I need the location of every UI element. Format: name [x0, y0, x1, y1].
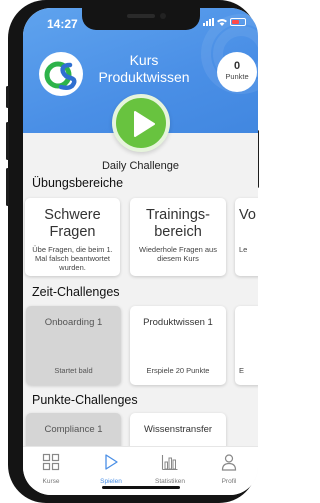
card-footer: Erspiele 20 Punkte [146, 366, 210, 375]
tab-spielen[interactable]: Spielen [91, 453, 131, 485]
tab-label: Kurse [42, 478, 60, 485]
status-icons [203, 18, 246, 26]
card-title-line1: Trainings- [146, 207, 210, 223]
grid-icon [42, 453, 60, 471]
tab-statistiken[interactable]: Statistiken [150, 453, 190, 485]
notch [82, 8, 200, 30]
card-title: Vo [239, 207, 256, 223]
daily-challenge-play-button[interactable] [112, 94, 170, 152]
section-title-punkte-challenges: Punkte-Challenges [32, 393, 138, 407]
course-logo [39, 52, 83, 96]
card-title: Trainings- bereich [130, 207, 226, 241]
card-title-line2: Fragen [49, 224, 96, 240]
play-icon [134, 111, 155, 137]
card-schwere-fragen[interactable]: Schwere Fragen Übe Fragen, die beim 1. M… [25, 198, 120, 276]
volume-down-button [6, 168, 9, 206]
tab-label: Spielen [100, 478, 122, 485]
card-title: Produktwissen 1 [143, 317, 213, 328]
daily-challenge-label: Daily Challenge [101, 160, 180, 172]
card-title: Onboarding 1 [44, 317, 103, 328]
card-onboarding-1[interactable]: Onboarding 1 Startet bald [26, 306, 121, 385]
wifi-icon [217, 19, 227, 26]
card-description: Übe Fragen, die beim 1. Mal falsch beant… [32, 245, 113, 272]
tab-kurse[interactable]: Kurse [31, 453, 71, 485]
card-produktwissen-1[interactable]: Produktwissen 1 Erspiele 20 Punkte [130, 306, 226, 385]
battery-icon [230, 18, 246, 26]
points-value: 0 [233, 60, 241, 72]
status-time: 14:27 [47, 17, 78, 31]
tab-label: Statistiken [155, 478, 185, 485]
app-screen: 14:27 Kurs Produktwissen 0 Punkte Daily … [23, 8, 258, 495]
front-camera [160, 13, 166, 19]
speaker [127, 14, 155, 18]
points-label: Punkte [225, 72, 249, 81]
phone-frame: 14:27 Kurs Produktwissen 0 Punkte Daily … [6, 0, 259, 503]
card-title-line1: Schwere [44, 207, 101, 223]
card-partial[interactable]: E [235, 306, 258, 385]
home-indicator [102, 486, 180, 489]
card-trainingsbereich[interactable]: Trainings- bereich Wiederhole Fragen aus… [130, 198, 226, 276]
section-title-zeit-challenges: Zeit-Challenges [32, 285, 120, 299]
card-footer: Startet bald [54, 366, 93, 375]
bar-chart-icon [161, 455, 178, 471]
tab-label: Profil [221, 478, 237, 485]
card-title-line2: bereich [154, 224, 202, 240]
course-title-line2: Produktwissen [98, 69, 190, 85]
tab-profil[interactable]: Profil [209, 453, 249, 485]
mute-switch [6, 86, 9, 108]
course-title: Kurs Produktwissen [79, 52, 209, 86]
volume-up-button [6, 122, 9, 160]
card-description: Wiederhole Fragen aus diesem Kurs [139, 245, 217, 263]
person-icon [221, 454, 237, 471]
points-badge: 0 Punkte [217, 52, 257, 92]
course-title-line1: Kurs [129, 52, 159, 68]
card-title: Wissenstransfer [143, 424, 213, 435]
signal-icon [203, 18, 214, 26]
card-description: Le [239, 245, 248, 254]
card-title: Schwere Fragen [25, 207, 120, 241]
card-partial[interactable]: Vo Le [235, 198, 258, 276]
section-title-uebungsbereiche: Übungsbereiche [32, 176, 124, 190]
play-outline-icon [105, 454, 118, 470]
card-title: Compliance 1 [44, 424, 103, 435]
card-footer: E [239, 366, 245, 375]
